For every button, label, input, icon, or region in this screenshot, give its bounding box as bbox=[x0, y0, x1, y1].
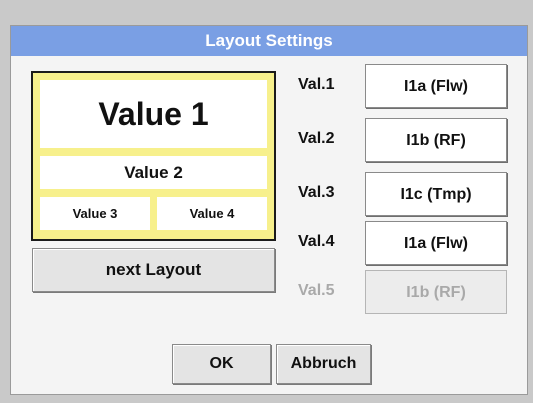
layout-preview: Value 1 Value 2 Value 3 Value 4 bbox=[31, 71, 276, 241]
ok-button[interactable]: OK bbox=[172, 344, 271, 384]
val-4-select[interactable]: I1a (Flw) bbox=[365, 221, 507, 265]
val-1-select[interactable]: I1a (Flw) bbox=[365, 64, 507, 108]
val-2-select[interactable]: I1b (RF) bbox=[365, 118, 507, 162]
val-4-label: Val.4 bbox=[298, 233, 335, 250]
layout-settings-dialog: Layout Settings Value 1 Value 2 Value 3 … bbox=[10, 25, 528, 395]
val-5-select: I1b (RF) bbox=[365, 270, 507, 314]
preview-value-1: Value 1 bbox=[40, 80, 267, 148]
val-1-label: Val.1 bbox=[298, 76, 335, 93]
val-3-select[interactable]: I1c (Tmp) bbox=[365, 172, 507, 216]
val-2-label: Val.2 bbox=[298, 130, 335, 147]
preview-value-4: Value 4 bbox=[157, 197, 267, 230]
screen: Layout Settings Value 1 Value 2 Value 3 … bbox=[0, 0, 533, 403]
dialog-title: Layout Settings bbox=[11, 26, 527, 56]
val-5-label: Val.5 bbox=[298, 282, 335, 299]
cancel-button[interactable]: Abbruch bbox=[276, 344, 371, 384]
preview-value-2: Value 2 bbox=[40, 156, 267, 189]
next-layout-button[interactable]: next Layout bbox=[32, 248, 275, 292]
val-3-label: Val.3 bbox=[298, 184, 335, 201]
preview-value-3: Value 3 bbox=[40, 197, 150, 230]
